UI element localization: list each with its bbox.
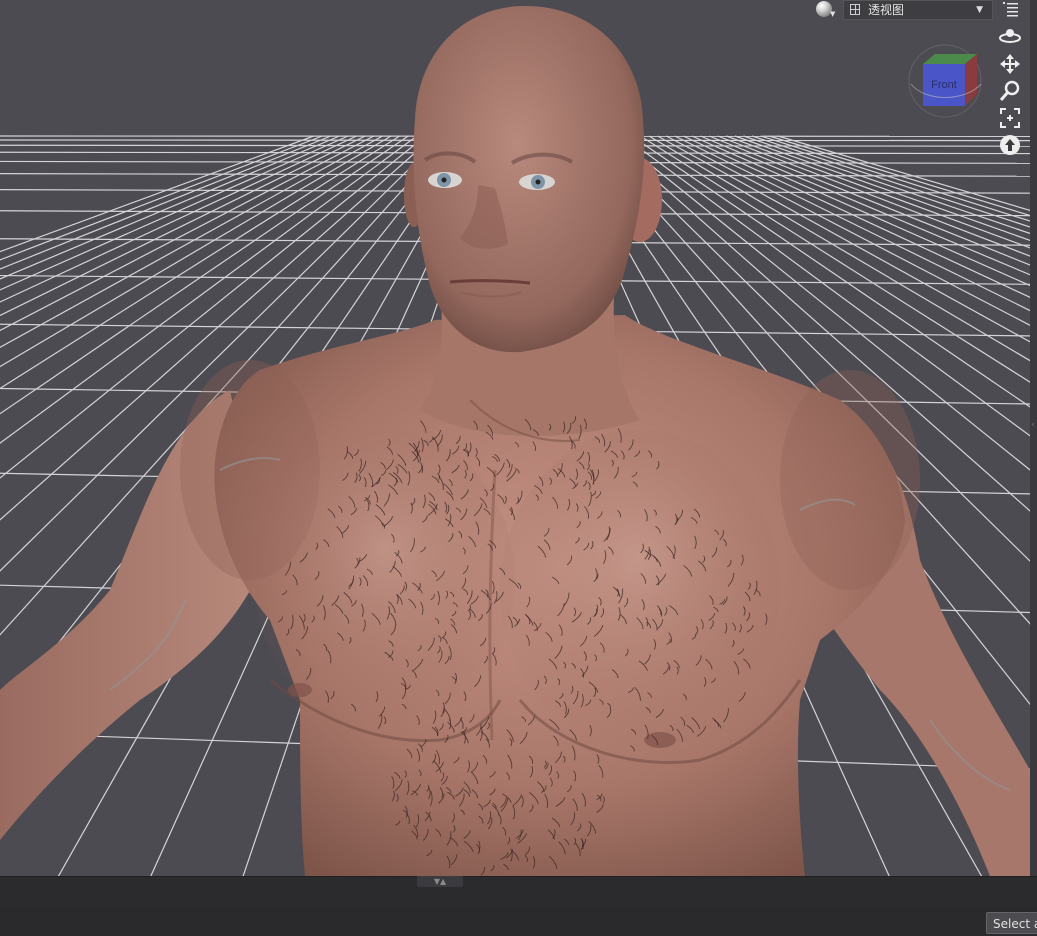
pane-splitter-handle[interactable]: ▼▲	[417, 876, 463, 887]
chevron-down-icon: ▼	[830, 10, 835, 18]
viewport-menu-button[interactable]	[998, 0, 1022, 20]
reset-view-icon	[997, 133, 1023, 157]
3d-viewport[interactable]	[0, 0, 1030, 876]
view-select-dropdown[interactable]: 透视图 ▼	[843, 0, 993, 20]
zoom-icon	[997, 79, 1023, 103]
pan-button[interactable]	[997, 52, 1023, 76]
viewport-border	[1030, 0, 1037, 876]
navigation-cube[interactable]: Front	[905, 44, 985, 118]
zoom-button[interactable]	[997, 79, 1023, 103]
select-button[interactable]: Select a	[986, 912, 1037, 934]
cube-face-label: Front	[931, 79, 957, 91]
right-pectoral	[500, 430, 780, 750]
frame-button[interactable]	[997, 106, 1023, 130]
status-bar	[0, 908, 1037, 935]
male-figure-model[interactable]	[0, 0, 1030, 876]
reset-view-button[interactable]	[997, 133, 1023, 157]
menu-list-icon	[998, 0, 1022, 20]
pan-icon	[997, 52, 1023, 76]
panel-collapse-handle[interactable]: ‹	[1031, 416, 1036, 434]
frame-icon	[997, 106, 1023, 130]
orbit-button[interactable]	[997, 23, 1023, 47]
view-select-label: 透视图	[868, 1, 904, 19]
view-layout-icon	[850, 4, 860, 15]
chevron-down-icon: ▼	[976, 1, 983, 19]
orbit-icon	[997, 23, 1023, 47]
render-mode-button[interactable]: ▼	[813, 0, 839, 22]
